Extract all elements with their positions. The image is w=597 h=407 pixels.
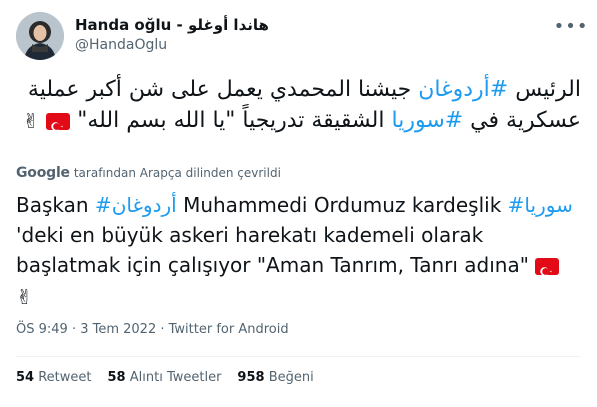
likes-label: Beğeni xyxy=(268,370,314,385)
likes-count: 958 xyxy=(237,370,265,385)
display-name[interactable]: Handa oğlu - هاندا أوغلو xyxy=(75,16,269,34)
tweet-original-text: الرئيس #أردوغان جيشنا المحمدي يعمل على ش… xyxy=(16,74,581,137)
translated-text-segment: Başkan xyxy=(16,193,95,217)
hashtag-syria[interactable]: #سوريا xyxy=(508,193,573,217)
translation-label[interactable]: tarafından Arapça dilinden çevrildi xyxy=(74,166,281,180)
likes-stat[interactable]: 958 Beğeni xyxy=(237,370,313,385)
retweets-stat[interactable]: 54 Retweet xyxy=(16,370,92,385)
victory-hand-icon: ✌ xyxy=(22,108,40,133)
hashtag-syria[interactable]: #سوريا xyxy=(392,108,464,133)
retweets-label: Retweet xyxy=(38,370,92,385)
tweet-timestamp[interactable]: ÖS 9:49 · 3 Tem 2022 · Twitter for Andro… xyxy=(16,322,289,337)
hashtag-erdogan[interactable]: #أردوغان xyxy=(95,193,177,217)
retweets-count: 54 xyxy=(16,370,35,385)
quotes-count: 58 xyxy=(107,370,126,385)
original-text-segment: الشقيقة تدريجياً "يا الله بسم الله" xyxy=(70,108,392,133)
google-logo: Google xyxy=(16,165,70,181)
turkey-flag-icon xyxy=(46,112,71,130)
victory-hand-icon: ✌ xyxy=(16,284,33,309)
quotes-label: Alıntı Tweetler xyxy=(129,370,222,385)
translated-text-segment: 'deki en büyük askeri harekatı kademeli … xyxy=(16,223,536,277)
original-text-segment: الرئيس xyxy=(508,77,581,102)
more-options-icon[interactable]: ••• xyxy=(554,14,588,38)
translated-text-segment: Muhammedi Ordumuz kardeşlik xyxy=(176,193,508,217)
engagement-stats: 54 Retweet 58 Alıntı Tweetler 958 Beğeni xyxy=(16,370,314,385)
tweet-translated-text: Başkan #أردوغان Muhammedi Ordumuz kardeş… xyxy=(16,190,583,312)
user-handle[interactable]: @HandaOglu xyxy=(75,37,167,53)
turkey-flag-icon xyxy=(535,258,560,275)
translation-attribution: Google tarafından Arapça dilinden çevril… xyxy=(16,165,281,181)
hashtag-erdogan[interactable]: #أردوغان xyxy=(418,77,508,102)
quote-tweets-stat[interactable]: 58 Alıntı Tweetler xyxy=(108,370,222,385)
divider xyxy=(16,356,581,357)
avatar[interactable] xyxy=(16,12,64,60)
